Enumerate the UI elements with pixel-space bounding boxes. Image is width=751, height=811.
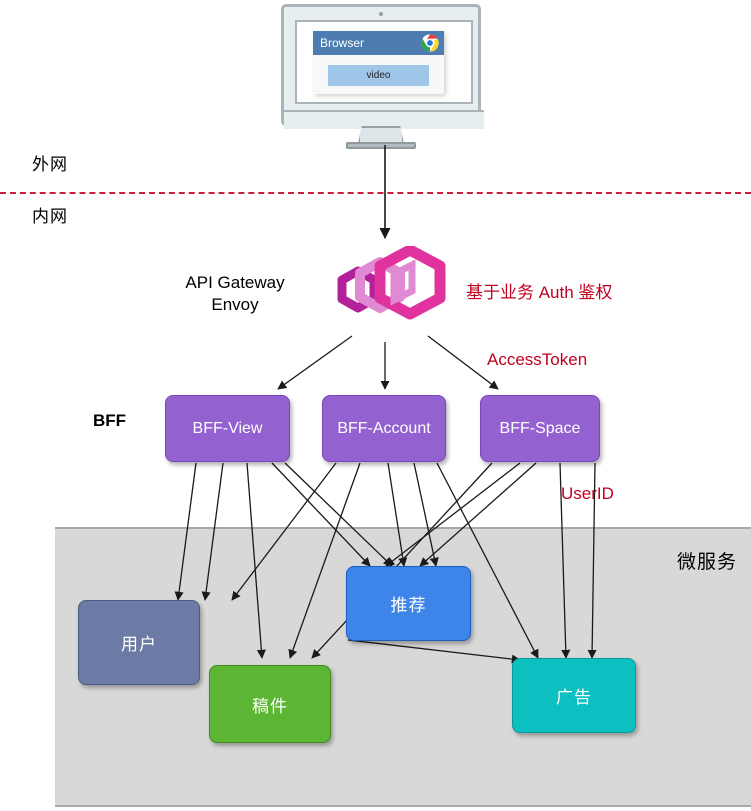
bff-node-account-label: BFF-Account — [337, 419, 431, 437]
service-node-content-label: 稿件 — [252, 696, 288, 716]
edge-gateway-bffview — [277, 335, 353, 390]
internal-network-label: 内网 — [32, 207, 68, 226]
bff-node-space-label: BFF-Space — [499, 419, 581, 437]
user-id-annotation: UserID — [561, 484, 614, 503]
gateway-auth-annotation: 基于业务 Auth 鉴权 — [466, 283, 613, 302]
bff-node-view-label: BFF-View — [192, 419, 263, 437]
access-token-annotation: AccessToken — [487, 350, 588, 369]
monitor-base — [346, 142, 416, 149]
envoy-hexagon-logo — [316, 244, 448, 340]
bff-node-view[interactable]: BFF-View — [165, 395, 290, 462]
service-node-ads-label: 广告 — [556, 688, 592, 707]
chrome-logo-icon — [421, 34, 439, 52]
video-content-box: video — [328, 65, 429, 86]
service-node-user-label: 用户 — [121, 635, 157, 654]
bff-row-label: BFF — [93, 411, 127, 430]
service-node-content[interactable]: 稿件 — [209, 665, 331, 743]
bff-node-space[interactable]: BFF-Space — [480, 395, 600, 462]
bff-node-account[interactable]: BFF-Account — [322, 395, 446, 462]
microservices-panel-label: 微服务 — [676, 552, 737, 573]
browser-title-text: Browser — [320, 36, 365, 50]
service-node-ads[interactable]: 广告 — [512, 658, 636, 733]
webcam-dot — [379, 12, 383, 16]
service-node-recommend[interactable]: 推荐 — [346, 566, 471, 641]
service-node-user[interactable]: 用户 — [78, 600, 200, 685]
browser-window: Browser video — [313, 31, 444, 94]
monitor-screen: Browser video — [295, 20, 473, 104]
gateway-label: API Gateway Envoy — [180, 272, 290, 316]
network-boundary-divider — [0, 192, 751, 194]
client-monitor: Browser video — [281, 4, 484, 149]
browser-titlebar: Browser — [313, 31, 444, 55]
monitor-bezel: Browser video — [281, 4, 484, 129]
service-node-recommend-label: 推荐 — [390, 596, 427, 615]
gateway-label-line2: Envoy — [211, 295, 259, 315]
gateway-label-line1: API Gateway — [185, 273, 285, 292]
external-network-label: 外网 — [32, 155, 68, 174]
architecture-diagram: 微服务 外网 内网 Browser video API Gateway Envo… — [0, 0, 751, 811]
